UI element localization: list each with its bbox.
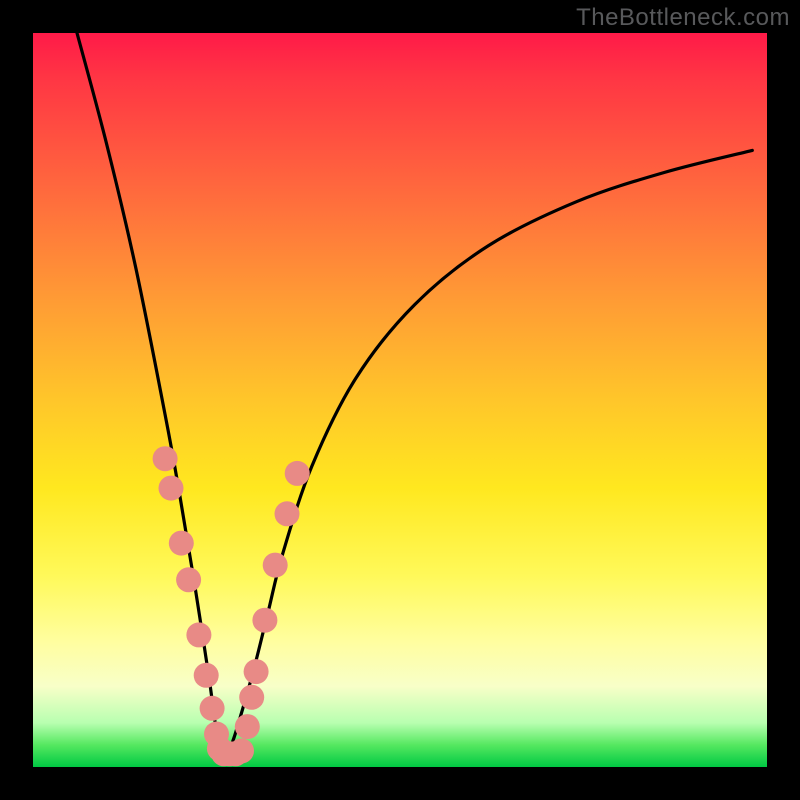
data-point [275,501,300,526]
chart-container: TheBottleneck.com [0,0,800,800]
data-point [285,461,310,486]
data-point [252,608,277,633]
curve-layer [33,33,767,767]
data-point [169,531,194,556]
data-point [244,659,269,684]
data-point [235,714,260,739]
data-point [194,663,219,688]
marker-group [153,446,310,766]
plot-area [33,33,767,767]
data-point [153,446,178,471]
data-point [176,567,201,592]
data-point [186,622,211,647]
watermark-text: TheBottleneck.com [576,4,790,32]
bottleneck-curve [77,33,752,753]
data-point [229,738,254,763]
data-point [263,553,288,578]
data-point [200,696,225,721]
data-point [159,476,184,501]
data-point [239,685,264,710]
